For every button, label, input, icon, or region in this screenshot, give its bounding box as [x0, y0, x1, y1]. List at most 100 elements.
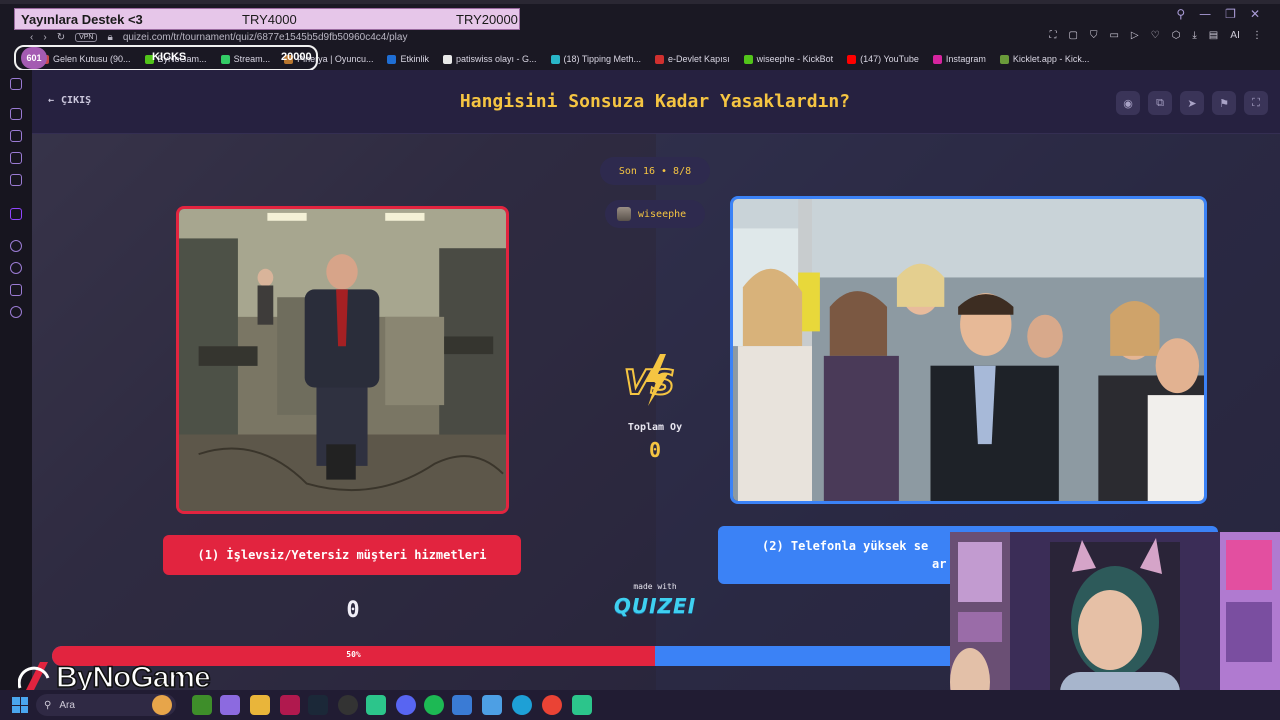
spotify-icon[interactable] — [424, 695, 444, 715]
kicks-label: KICKS — [152, 51, 187, 63]
quiz-title: Hangisini Sonsuza Kadar Yasaklardın? — [459, 91, 851, 112]
bookmark-favicon-icon — [999, 54, 1009, 64]
copy-icon[interactable]: ⧉ — [1148, 91, 1172, 115]
file-explorer-icon[interactable] — [250, 695, 270, 715]
bookmark-label: patiswiss olayı - G... — [455, 54, 537, 64]
total-votes-value: 0 — [648, 438, 662, 462]
settings-icon[interactable] — [10, 306, 22, 318]
quizei-logo[interactable]: QUIZEI — [600, 594, 710, 618]
lock-icon: 🔒︎ — [107, 31, 113, 43]
window-controls: ⚲ — ❐ ✕ — [1176, 7, 1260, 21]
exit-button[interactable]: ← ÇIKIŞ — [48, 95, 91, 106]
bookmark-label: Kicklet.app - Kick... — [1012, 54, 1090, 64]
option-right-label-continued: ar — [932, 557, 947, 571]
maximize-icon[interactable]: ❐ — [1225, 7, 1236, 21]
kicks-badge: 601 — [21, 47, 47, 69]
wallet-icon[interactable]: ▤ — [1209, 30, 1218, 41]
obs-icon[interactable] — [338, 695, 358, 715]
option-left-label: (1) İşlevsiz/Yetersiz müşteri hizmetleri — [197, 548, 487, 562]
option-left-image[interactable] — [176, 206, 509, 514]
opera-gx-icon[interactable] — [280, 695, 300, 715]
player-icon[interactable] — [10, 240, 22, 252]
kicks-value: 20000 — [281, 51, 312, 63]
reload-icon[interactable]: ↻ — [57, 32, 65, 43]
bookmark-label: wiseephe - KickBot — [756, 54, 834, 64]
shield-icon[interactable]: ⛉ — [1090, 30, 1098, 41]
app-icon[interactable] — [366, 695, 386, 715]
eye-icon[interactable]: ◉ — [1116, 91, 1140, 115]
arrow-left-icon: ← — [48, 95, 55, 106]
address-bar[interactable]: ‹ › ↻ VPN 🔒︎ quizei.com/tr/tournament/qu… — [30, 29, 407, 45]
url-text[interactable]: quizei.com/tr/tournament/quiz/6877e1545b… — [123, 32, 408, 43]
search-icon[interactable]: ⚲ — [1176, 7, 1185, 21]
flag-icon[interactable]: ⚑ — [1212, 91, 1236, 115]
donation-goal-overlay: Yayınlara Destek <3 TRY4000 TRY20000 — [14, 8, 520, 30]
option-left-button[interactable]: (1) İşlevsiz/Yetersiz müşteri hizmetleri — [163, 535, 521, 575]
bookmark-label: e-Devlet Kapısı — [668, 54, 730, 64]
steam-icon[interactable] — [308, 695, 328, 715]
donation-title: Yayınlara Destek <3 — [21, 11, 143, 27]
download-icon[interactable]: ⤓ — [1192, 30, 1196, 41]
donation-current: TRY4000 — [242, 11, 297, 27]
bookmark-label: (18) Tipping Meth... — [563, 54, 642, 64]
copilot-icon[interactable] — [220, 695, 240, 715]
user-pill: wiseephe — [605, 200, 705, 228]
music-icon[interactable] — [10, 174, 22, 186]
minimize-icon[interactable]: — — [1199, 7, 1211, 21]
bookmark-favicon-icon — [550, 54, 560, 64]
option-right-label: (2) Telefonla yüksek se — [762, 539, 929, 553]
share-icon[interactable]: ➤ — [1180, 91, 1204, 115]
ai-button[interactable]: AI — [1230, 30, 1240, 41]
chrome-icon[interactable] — [542, 695, 562, 715]
xbox-icon[interactable] — [192, 695, 212, 715]
twitch-icon[interactable] — [10, 208, 22, 220]
taskbar-search-placeholder: Ara — [59, 699, 75, 711]
tabs-icon[interactable]: ▭ — [1109, 30, 1118, 41]
menu-icon[interactable]: ⋮ — [1252, 30, 1262, 41]
vpn-badge[interactable]: VPN — [75, 32, 98, 42]
heart-icon[interactable]: ♡ — [1151, 30, 1160, 41]
messenger-icon[interactable] — [10, 78, 22, 90]
bookmark-item[interactable]: Instagram — [932, 54, 986, 64]
windows-start-icon[interactable] — [12, 697, 28, 713]
bookmark-label: Instagram — [945, 54, 986, 64]
clock-icon[interactable] — [10, 262, 22, 274]
discord-icon[interactable] — [396, 695, 416, 715]
bookmark-favicon-icon — [387, 54, 397, 64]
forward-icon[interactable]: › — [43, 32, 46, 43]
fullscreen-icon[interactable]: ⛶ — [1244, 91, 1268, 115]
bookmark-favicon-icon — [847, 54, 857, 64]
bookmark-label: (147) YouTube — [860, 54, 919, 64]
avatar — [617, 207, 631, 221]
cube-icon[interactable] — [10, 284, 22, 296]
photos-icon[interactable] — [482, 695, 502, 715]
screenshot-icon[interactable]: ⛶ — [1050, 30, 1057, 41]
bookmark-item[interactable]: patiswiss olayı - G... — [442, 54, 537, 64]
close-icon[interactable]: ✕ — [1250, 7, 1260, 21]
capture-icon[interactable]: ▢ — [1069, 30, 1078, 41]
total-votes-label: Toplam Oy — [627, 422, 683, 433]
whatsapp-icon[interactable] — [10, 130, 22, 142]
bookmark-item[interactable]: Kicklet.app - Kick... — [999, 54, 1090, 64]
vs-logo: VS — [623, 354, 676, 406]
back-icon[interactable]: ‹ — [30, 32, 33, 43]
made-with-label: made with — [633, 582, 677, 591]
bookmark-item[interactable]: (147) YouTube — [847, 54, 919, 64]
app-icon-2[interactable] — [452, 695, 472, 715]
extensions-icon[interactable]: ⬡ — [1172, 30, 1181, 41]
bookmark-item[interactable]: wiseephe - KickBot — [743, 54, 834, 64]
svg-text:VS: VS — [624, 363, 675, 403]
play-icon[interactable]: ▷ — [1131, 30, 1139, 41]
username: wiseephe — [638, 208, 687, 220]
weather-widget-icon[interactable] — [152, 695, 172, 715]
bookmark-item[interactable]: Etkinlik — [387, 54, 429, 64]
option-right-image[interactable] — [730, 196, 1207, 504]
bookmark-item[interactable]: e-Devlet Kapısı — [655, 54, 730, 64]
edge-icon[interactable] — [512, 695, 532, 715]
browser-sidebar — [0, 70, 32, 690]
bookmark-item[interactable]: (18) Tipping Meth... — [550, 54, 642, 64]
history-icon[interactable] — [10, 108, 22, 120]
left-vote-count: 0 — [346, 598, 360, 623]
app-icon-3[interactable] — [572, 695, 592, 715]
instagram-icon[interactable] — [10, 152, 22, 164]
